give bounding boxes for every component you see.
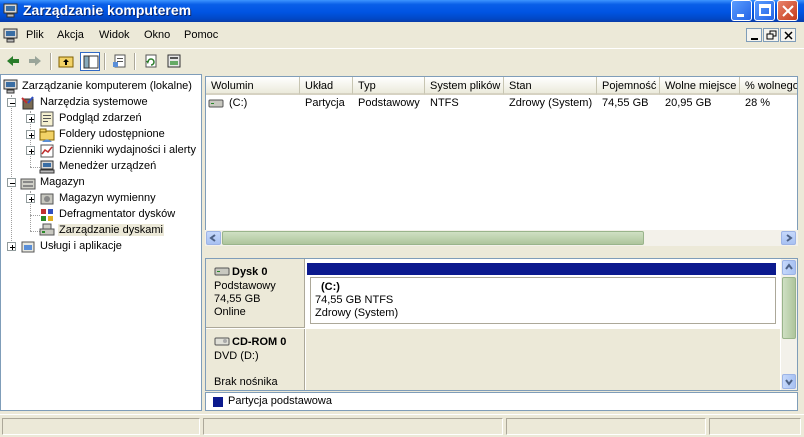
disk-management-icon — [39, 223, 55, 239]
collapse-toggle[interactable] — [7, 98, 16, 107]
help-icon — [167, 54, 181, 68]
removable-storage-icon — [39, 191, 55, 207]
menu-plik[interactable]: Plik — [26, 29, 44, 41]
refresh-button[interactable] — [141, 52, 161, 71]
storage-icon — [20, 175, 36, 191]
up-folder-icon — [58, 56, 74, 68]
cdrom-0-label[interactable]: CD-ROM 0 DVD (D:) Brak nośnika — [206, 329, 305, 390]
title-bar: Zarządzanie komputerem — [0, 0, 804, 22]
menu-okno[interactable]: Okno — [144, 29, 170, 41]
forward-arrow-icon — [29, 56, 41, 66]
services-applications-icon — [20, 239, 36, 255]
status-segment — [203, 418, 503, 435]
console-window-icon[interactable] — [3, 28, 19, 44]
back-arrow-icon — [7, 56, 19, 66]
disk-map[interactable]: Dysk 0 Podstawowy 74,55 GB Online (C:) 7… — [205, 258, 798, 391]
window-title: Zarządzanie komputerem — [23, 2, 192, 18]
volume-list[interactable]: Wolumin Układ Typ System plików Stan Poj… — [205, 76, 798, 246]
toolbar-separator — [104, 53, 106, 70]
computer-management-icon — [3, 3, 19, 18]
help-button[interactable] — [164, 52, 184, 71]
disk-0-label[interactable]: Dysk 0 Podstawowy 74,55 GB Online — [206, 259, 305, 328]
legend-swatch — [213, 397, 223, 407]
column-header-system-plikow[interactable]: System plików — [425, 77, 504, 95]
up-one-level-button[interactable] — [56, 52, 76, 71]
refresh-icon — [145, 54, 157, 68]
toolbar-separator — [50, 53, 52, 70]
minimize-button[interactable] — [731, 0, 752, 21]
column-header-uklad[interactable]: Układ — [300, 77, 353, 95]
shared-folder-icon — [39, 127, 55, 143]
defragmenter-icon — [39, 207, 55, 223]
tools-icon — [20, 95, 36, 111]
properties-icon — [113, 54, 126, 68]
legend: Partycja podstawowa — [205, 392, 798, 411]
console-tree[interactable]: Zarządzanie komputerem (lokalne) Narzędz… — [0, 74, 202, 411]
cdrom-empty-area — [306, 329, 780, 390]
scroll-up-arrow[interactable] — [782, 260, 796, 275]
cdrom-icon — [214, 335, 230, 347]
scroll-thumb[interactable] — [222, 231, 644, 245]
column-header-procent-wolnego[interactable]: % wolnego — [740, 77, 797, 95]
toolbar-separator — [134, 53, 136, 70]
device-manager-icon — [39, 159, 55, 175]
cell-typ: Podstawowy — [358, 97, 420, 109]
properties-button[interactable] — [110, 52, 130, 71]
status-segment — [709, 418, 801, 435]
expand-toggle[interactable] — [26, 194, 35, 203]
scroll-right-arrow[interactable] — [781, 231, 796, 245]
column-header-wolne-miejsce[interactable]: Wolne miejsce — [660, 77, 740, 95]
status-segment — [2, 418, 200, 435]
collapse-toggle[interactable] — [7, 178, 16, 187]
menu-bar: Plik Akcja Widok Okno Pomoc — [0, 25, 804, 47]
maximize-button[interactable] — [754, 0, 775, 21]
toolbar — [0, 48, 804, 73]
cell-system-plikow: NTFS — [430, 97, 459, 109]
horizontal-scrollbar[interactable] — [205, 230, 798, 246]
back-button[interactable] — [3, 52, 23, 71]
child-close-button[interactable] — [780, 28, 796, 42]
cell-pojemnosc: 74,55 GB — [602, 97, 649, 109]
event-viewer-icon — [39, 111, 55, 127]
scroll-thumb[interactable] — [782, 277, 796, 339]
expand-toggle[interactable] — [26, 130, 35, 139]
column-header-typ[interactable]: Typ — [353, 77, 425, 95]
menu-widok[interactable]: Widok — [99, 29, 130, 41]
cell-wolne-miejsce: 20,95 GB — [665, 97, 712, 109]
menu-akcja[interactable]: Akcja — [57, 29, 84, 41]
expand-toggle[interactable] — [7, 242, 16, 251]
cell-procent-wolnego: 28 % — [745, 97, 771, 109]
partition-color-bar — [307, 263, 776, 275]
hard-disk-icon — [214, 265, 230, 277]
cell-stan: Zdrowy (System) — [509, 97, 593, 109]
show-hide-tree-icon — [83, 55, 99, 69]
column-header-pojemnosc[interactable]: Pojemność — [597, 77, 660, 95]
vertical-scrollbar[interactable] — [781, 259, 797, 390]
performance-logs-icon — [39, 143, 55, 159]
computer-management-icon — [3, 79, 19, 95]
cell-uklad: Partycja — [305, 97, 345, 109]
drive-icon — [208, 97, 224, 111]
status-segment — [506, 418, 706, 435]
column-header-wolumin[interactable]: Wolumin — [206, 77, 300, 95]
expand-toggle[interactable] — [26, 114, 35, 123]
close-button[interactable] — [777, 0, 798, 21]
tree-root-label: Zarządzanie komputerem (lokalne) — [22, 80, 192, 92]
show-hide-tree-button[interactable] — [80, 52, 100, 71]
child-restore-button[interactable] — [763, 28, 779, 42]
volume-c[interactable]: (C:) 74,55 GB NTFS Zdrowy (System) — [310, 277, 776, 324]
legend-label: Partycja podstawowa — [228, 395, 332, 407]
tree-connector — [11, 95, 12, 247]
expand-toggle[interactable] — [26, 146, 35, 155]
child-minimize-button[interactable] — [746, 28, 762, 42]
scroll-down-arrow[interactable] — [782, 374, 796, 389]
column-header-stan[interactable]: Stan — [504, 77, 597, 95]
pane-splitter[interactable] — [205, 248, 798, 258]
forward-button[interactable] — [25, 52, 45, 71]
scroll-left-arrow[interactable] — [206, 231, 221, 245]
menu-pomoc[interactable]: Pomoc — [184, 29, 218, 41]
cell-wolumin: (C:) — [229, 97, 248, 109]
status-bar — [0, 414, 804, 437]
